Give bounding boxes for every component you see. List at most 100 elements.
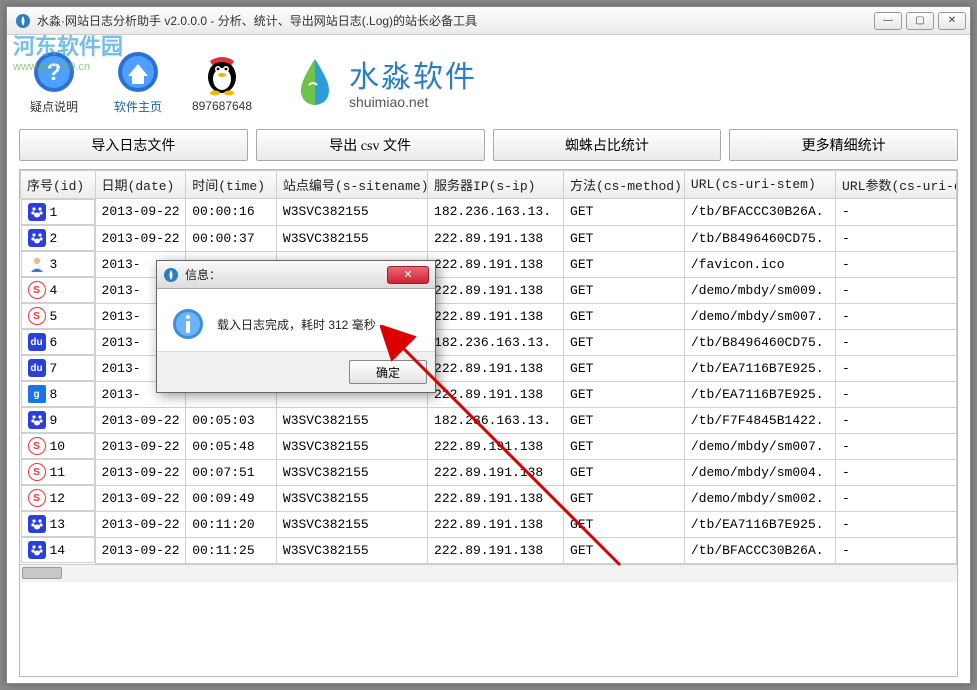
cell-ip: 222.89.191.138 [428, 277, 564, 303]
cell-time: 00:09:49 [186, 485, 277, 511]
cell-method: GET [564, 277, 685, 303]
cell-ip: 222.89.191.138 [428, 303, 564, 329]
scroll-thumb[interactable] [22, 567, 62, 579]
col-method[interactable]: 方法(cs-method) [564, 171, 685, 199]
cell-id: du6 [21, 329, 95, 355]
cell-date: 2013-09-22 [95, 511, 186, 537]
cell-params: - [836, 251, 957, 277]
cell-params: - [836, 407, 957, 433]
home-icon [114, 48, 162, 96]
cell-method: GET [564, 407, 685, 433]
cell-site: W3SVC382155 [276, 225, 427, 251]
cell-id: du7 [21, 355, 95, 381]
dialog-ok-button[interactable]: 确定 [349, 360, 427, 384]
cell-id: 1 [21, 199, 95, 225]
qq-penguin-icon [198, 49, 246, 97]
home-item[interactable]: 软件主页 [103, 48, 173, 115]
cell-ip: 222.89.191.138 [428, 225, 564, 251]
horizontal-scrollbar[interactable] [20, 564, 957, 582]
cell-method: GET [564, 433, 685, 459]
cell-url: /tb/EA7116B7E925. [684, 381, 835, 407]
col-url[interactable]: URL(cs-uri-stem) [684, 171, 835, 199]
cell-id: 3 [21, 251, 95, 277]
main-window: 水淼·网站日志分析助手 v2.0.0.0 - 分析、统计、导出网站日志(.Log… [6, 6, 971, 684]
col-params[interactable]: URL参数(cs-uri-q [836, 171, 957, 199]
baidu-paw-icon [28, 515, 46, 533]
cell-time: 00:11:20 [186, 511, 277, 537]
import-button[interactable]: 导入日志文件 [19, 129, 248, 161]
cell-time: 00:00:37 [186, 225, 277, 251]
cell-params: - [836, 459, 957, 485]
table-row[interactable]: S102013-09-2200:05:48W3SVC382155222.89.1… [21, 433, 957, 459]
col-date[interactable]: 日期(date) [95, 171, 186, 199]
col-time[interactable]: 时间(time) [186, 171, 277, 199]
qq-item[interactable]: 897687648 [187, 49, 257, 113]
col-ip[interactable]: 服务器IP(s-ip) [428, 171, 564, 199]
cell-url: /tb/B8496460CD75. [684, 329, 835, 355]
cell-date: 2013-09-22 [95, 199, 186, 226]
sogou-icon: S [28, 307, 46, 325]
maximize-button[interactable]: ▢ [906, 12, 934, 30]
cell-url: /demo/mbdy/sm007. [684, 303, 835, 329]
table-row[interactable]: 92013-09-2200:05:03W3SVC382155182.236.16… [21, 407, 957, 433]
cell-url: /tb/EA7116B7E925. [684, 355, 835, 381]
cell-params: - [836, 433, 957, 459]
cell-site: W3SVC382155 [276, 511, 427, 537]
baidu-paw-icon [28, 541, 46, 559]
table-row[interactable]: 142013-09-2200:11:25W3SVC382155222.89.19… [21, 537, 957, 563]
toolbar: 导入日志文件 导出 csv 文件 蜘蛛占比统计 更多精细统计 [7, 123, 970, 167]
cell-date: 2013-09-22 [95, 459, 186, 485]
sogou-icon: S [28, 489, 46, 507]
spider-stats-button[interactable]: 蜘蛛占比统计 [493, 129, 722, 161]
more-stats-button[interactable]: 更多精细统计 [729, 129, 958, 161]
cell-time: 00:05:48 [186, 433, 277, 459]
table-row[interactable]: S122013-09-2200:09:49W3SVC382155222.89.1… [21, 485, 957, 511]
cell-params: - [836, 511, 957, 537]
cell-site: W3SVC382155 [276, 433, 427, 459]
cell-id: S10 [21, 433, 95, 459]
table-row[interactable]: 22013-09-2200:00:37W3SVC382155222.89.191… [21, 225, 957, 251]
qq-label: 897687648 [192, 99, 252, 113]
cell-method: GET [564, 355, 685, 381]
export-button[interactable]: 导出 csv 文件 [256, 129, 485, 161]
cell-params: - [836, 277, 957, 303]
table-row[interactable]: 12013-09-2200:00:16W3SVC382155182.236.16… [21, 199, 957, 226]
cell-site: W3SVC382155 [276, 485, 427, 511]
cell-method: GET [564, 511, 685, 537]
col-id[interactable]: 序号(id) [21, 171, 96, 199]
cell-ip: 222.89.191.138 [428, 355, 564, 381]
titlebar: 水淼·网站日志分析助手 v2.0.0.0 - 分析、统计、导出网站日志(.Log… [7, 7, 970, 35]
cell-ip: 222.89.191.138 [428, 511, 564, 537]
cell-url: /demo/mbdy/sm009. [684, 277, 835, 303]
col-site[interactable]: 站点编号(s-sitename) [276, 171, 427, 199]
cell-ip: 222.89.191.138 [428, 433, 564, 459]
cell-method: GET [564, 251, 685, 277]
sogou-icon: S [28, 281, 46, 299]
help-item[interactable]: ? 疑点说明 [19, 48, 89, 115]
cell-date: 2013-09-22 [95, 407, 186, 433]
table-row[interactable]: 132013-09-2200:11:20W3SVC382155222.89.19… [21, 511, 957, 537]
close-button[interactable]: ✕ [938, 12, 966, 30]
cell-url: /tb/F7F4845B1422. [684, 407, 835, 433]
cell-date: 2013-09-22 [95, 485, 186, 511]
brand: 水淼软件 shuimiao.net [289, 52, 477, 110]
cell-time: 00:00:16 [186, 199, 277, 226]
cell-method: GET [564, 303, 685, 329]
minimize-button[interactable]: — [874, 12, 902, 30]
dialog-close-button[interactable]: ✕ [387, 266, 429, 284]
table-row[interactable]: S112013-09-2200:07:51W3SVC382155222.89.1… [21, 459, 957, 485]
info-icon [171, 307, 205, 341]
cell-method: GET [564, 381, 685, 407]
cell-site: W3SVC382155 [276, 459, 427, 485]
cell-id: g8 [21, 381, 95, 407]
cell-ip: 222.89.191.138 [428, 485, 564, 511]
brand-name: 水淼软件 [349, 52, 477, 96]
info-dialog: 信息： ✕ 载入日志完成，耗时 312 毫秒 确定 [156, 260, 436, 393]
cell-ip: 222.89.191.138 [428, 251, 564, 277]
cell-params: - [836, 381, 957, 407]
brand-drop-icon [289, 55, 341, 107]
app-icon [15, 13, 31, 29]
cell-date: 2013-09-22 [95, 537, 186, 563]
cell-ip: 182.236.163.13. [428, 199, 564, 226]
baidu-paw-icon [28, 229, 46, 247]
